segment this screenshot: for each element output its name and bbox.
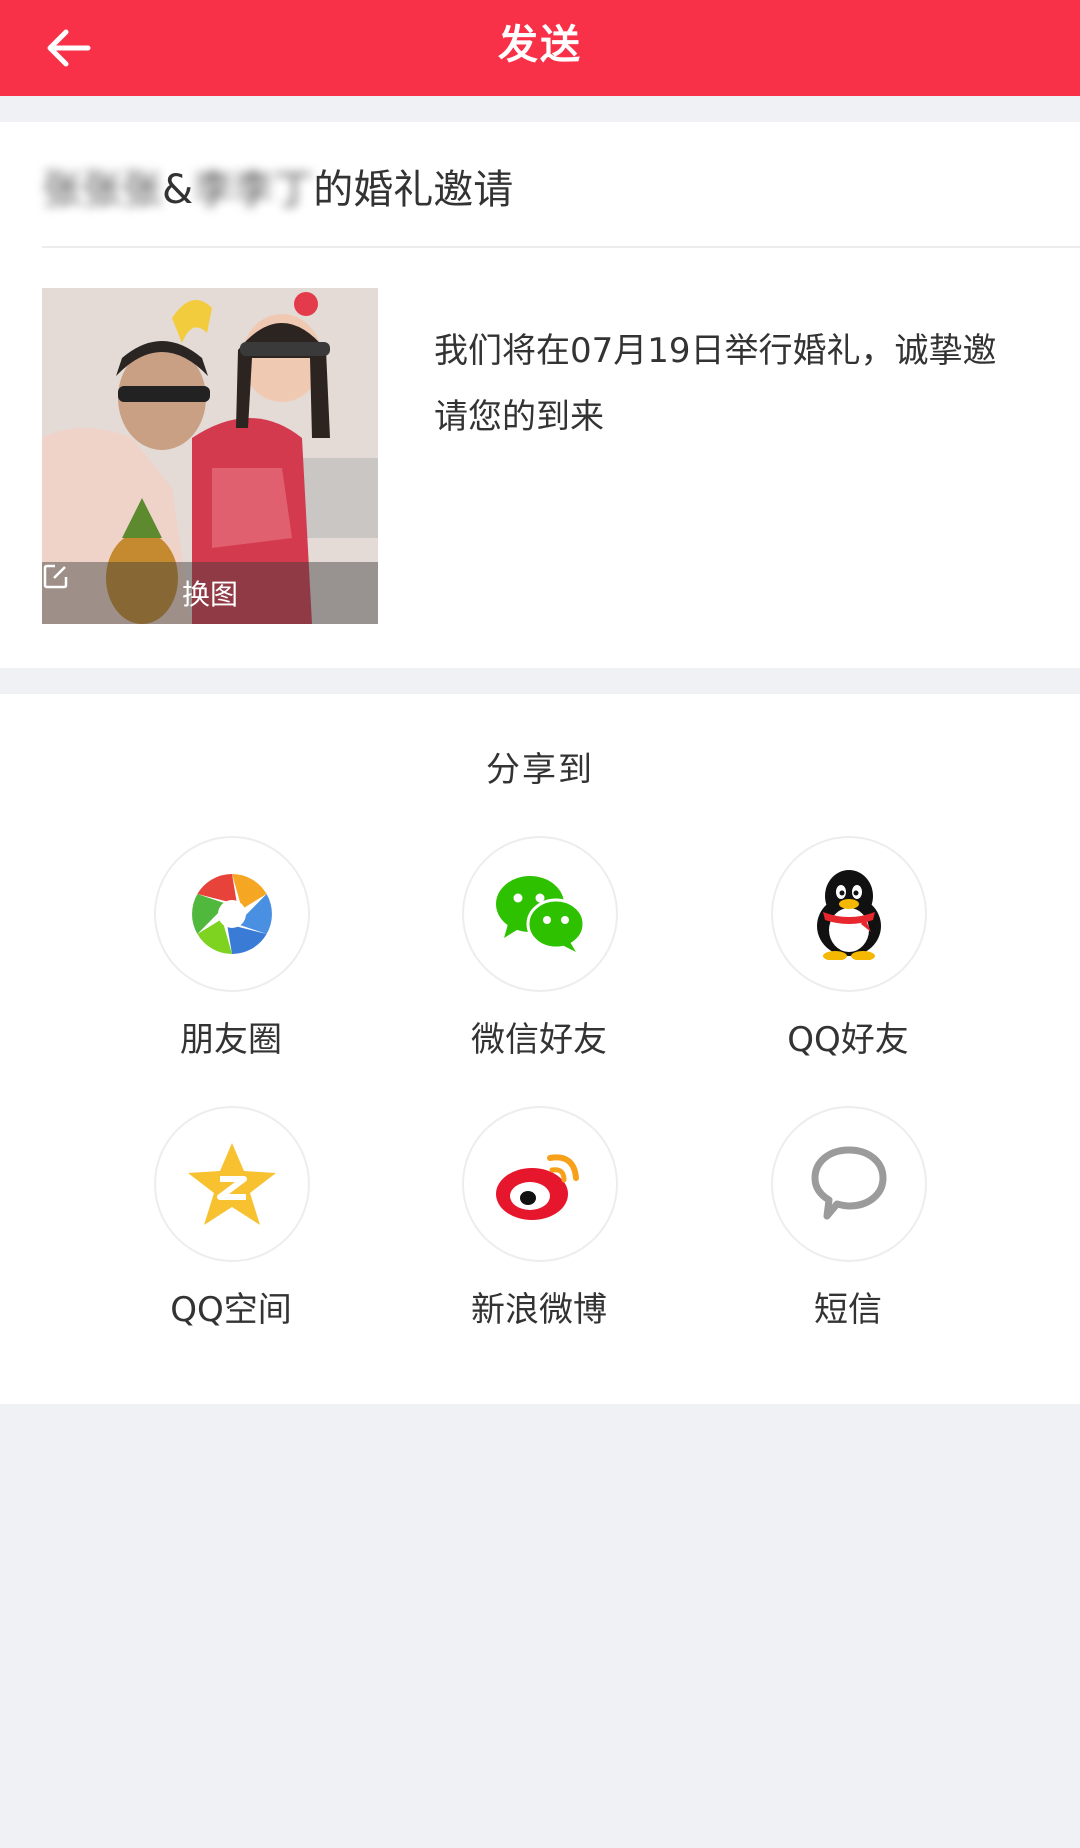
qzone-icon bbox=[188, 1143, 276, 1225]
share-weibo[interactable]: 新浪微博 bbox=[419, 1106, 659, 1346]
share-qzone[interactable]: QQ空间 bbox=[111, 1106, 351, 1346]
sms-icon-circle bbox=[771, 1106, 927, 1262]
name-1: 张张张 bbox=[42, 167, 162, 213]
title-suffix: 的婚礼邀请 bbox=[313, 167, 514, 213]
share-moments[interactable]: 朋友圈 bbox=[111, 836, 351, 1076]
share-sms[interactable]: 短信 bbox=[728, 1106, 968, 1346]
ampersand: & bbox=[162, 167, 194, 213]
weibo-icon-circle bbox=[462, 1106, 618, 1262]
moments-icon bbox=[192, 874, 272, 954]
share-qzone-label: QQ空间 bbox=[170, 1290, 292, 1330]
cover-image[interactable]: 换图 bbox=[42, 288, 378, 624]
qzone-icon-circle bbox=[154, 1106, 310, 1262]
share-wechat-label: 微信好友 bbox=[471, 1020, 607, 1060]
page-title: 发送 bbox=[498, 22, 582, 68]
change-image-button[interactable]: 换图 bbox=[42, 562, 378, 624]
moments-icon-circle bbox=[154, 836, 310, 992]
change-image-label: 换图 bbox=[181, 578, 238, 611]
app-header: 发送 bbox=[0, 0, 1080, 96]
share-title: 分享到 bbox=[486, 750, 594, 790]
name-2: 李李丁 bbox=[193, 167, 314, 213]
weibo-icon bbox=[496, 1154, 579, 1220]
qq-icon bbox=[817, 870, 881, 960]
share-moments-label: 朋友圈 bbox=[180, 1020, 282, 1060]
share-qq-label: QQ好友 bbox=[787, 1020, 909, 1060]
sms-icon bbox=[811, 1146, 887, 1220]
divider bbox=[42, 246, 1080, 248]
edit-icon bbox=[43, 564, 68, 589]
share-wechat[interactable]: 微信好友 bbox=[419, 836, 659, 1076]
share-weibo-label: 新浪微博 bbox=[471, 1290, 607, 1330]
share-qq[interactable]: QQ好友 bbox=[728, 836, 968, 1076]
invitation-title: 张张张&李李丁的婚礼邀请 bbox=[42, 158, 513, 222]
invitation-description: 我们将在07月19日举行婚礼，诚挚邀请您的到来 bbox=[434, 331, 997, 437]
share-panel: 分享到 朋友圈 微信好友 QQ好友 QQ空间 新浪微博 短信 bbox=[0, 694, 1080, 1404]
wechat-icon bbox=[496, 876, 586, 952]
share-sms-label: 短信 bbox=[814, 1290, 882, 1330]
invitation-card: 张张张&李李丁的婚礼邀请 换图 我们将在07月19日举行婚礼，诚挚邀请您的到来 bbox=[0, 122, 1080, 668]
wechat-icon-circle bbox=[462, 836, 618, 992]
qq-icon-circle bbox=[771, 836, 927, 992]
